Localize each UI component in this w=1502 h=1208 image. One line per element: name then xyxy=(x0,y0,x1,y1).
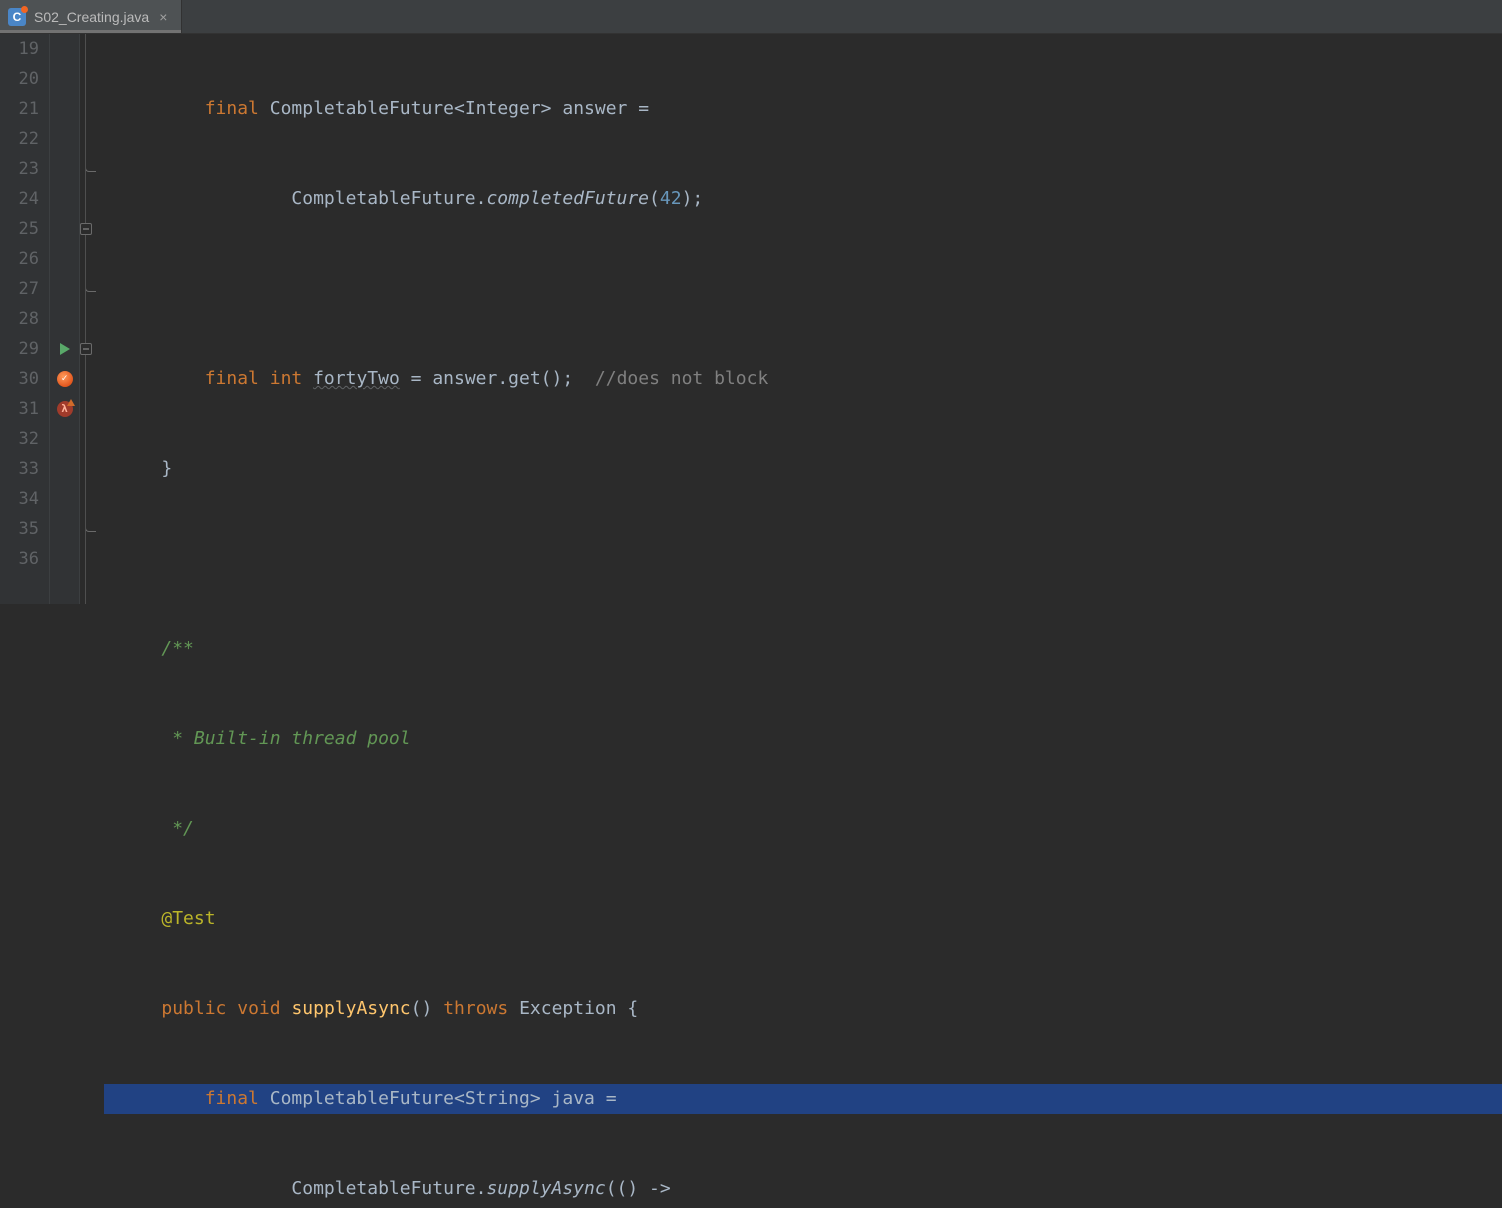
fold-end-icon xyxy=(85,281,96,292)
line-number: 34 xyxy=(0,484,39,514)
code-line[interactable] xyxy=(118,274,1502,304)
line-number: 23 xyxy=(0,154,39,184)
tab-bar: C S02_Creating.java × xyxy=(0,0,1502,34)
code-line[interactable]: CompletableFuture.completedFuture(42); xyxy=(118,184,1502,214)
java-class-icon: C xyxy=(8,8,26,26)
code-editor[interactable]: 19 20 21 22 23 24 25 26 27 28 29 30 31 3… xyxy=(0,34,1502,604)
tab-filename: S02_Creating.java xyxy=(34,9,149,25)
line-number: 26 xyxy=(0,244,39,274)
line-number: 29 xyxy=(0,334,39,364)
code-line[interactable]: /** xyxy=(118,634,1502,664)
breakpoint-icon[interactable]: ✓ xyxy=(57,371,73,387)
code-line[interactable]: final int fortyTwo = answer.get(); //doe… xyxy=(118,364,1502,394)
fold-column xyxy=(80,34,104,604)
line-number: 28 xyxy=(0,304,39,334)
line-number: 32 xyxy=(0,424,39,454)
line-number: 31 xyxy=(0,394,39,424)
code-line[interactable]: final CompletableFuture<Integer> answer … xyxy=(118,94,1502,124)
fold-toggle-icon[interactable] xyxy=(80,343,92,355)
line-number: 22 xyxy=(0,124,39,154)
fold-end-icon xyxy=(85,521,96,532)
code-line[interactable]: public void supplyAsync() throws Excepti… xyxy=(118,994,1502,1024)
code-area[interactable]: final CompletableFuture<Integer> answer … xyxy=(104,34,1502,604)
line-number: 27 xyxy=(0,274,39,304)
code-line[interactable]: } xyxy=(118,454,1502,484)
code-line-highlighted[interactable]: final CompletableFuture<String> java = xyxy=(104,1084,1502,1114)
code-line[interactable]: */ xyxy=(118,814,1502,844)
line-number: 33 xyxy=(0,454,39,484)
line-number: 35 xyxy=(0,514,39,544)
line-number: 20 xyxy=(0,64,39,94)
line-number-gutter: 19 20 21 22 23 24 25 26 27 28 29 30 31 3… xyxy=(0,34,50,604)
code-line[interactable]: CompletableFuture.supplyAsync(() -> xyxy=(118,1174,1502,1204)
fold-end-icon xyxy=(85,161,96,172)
line-number: 21 xyxy=(0,94,39,124)
tab-underline xyxy=(0,30,181,33)
fold-toggle-icon[interactable] xyxy=(80,223,92,235)
line-number: 36 xyxy=(0,544,39,574)
code-line[interactable]: @Test xyxy=(118,904,1502,934)
lambda-gutter-icon[interactable]: λ xyxy=(57,401,73,417)
code-line[interactable] xyxy=(118,544,1502,574)
line-number: 30 xyxy=(0,364,39,394)
run-test-icon[interactable] xyxy=(60,343,70,355)
line-number: 19 xyxy=(0,34,39,64)
gutter-icon-column: ✓ λ xyxy=(50,34,80,604)
code-line[interactable]: * Built-in thread pool xyxy=(118,724,1502,754)
line-number: 24 xyxy=(0,184,39,214)
line-number: 25 xyxy=(0,214,39,244)
editor-tab[interactable]: C S02_Creating.java × xyxy=(0,0,182,33)
close-tab-icon[interactable]: × xyxy=(157,9,169,25)
